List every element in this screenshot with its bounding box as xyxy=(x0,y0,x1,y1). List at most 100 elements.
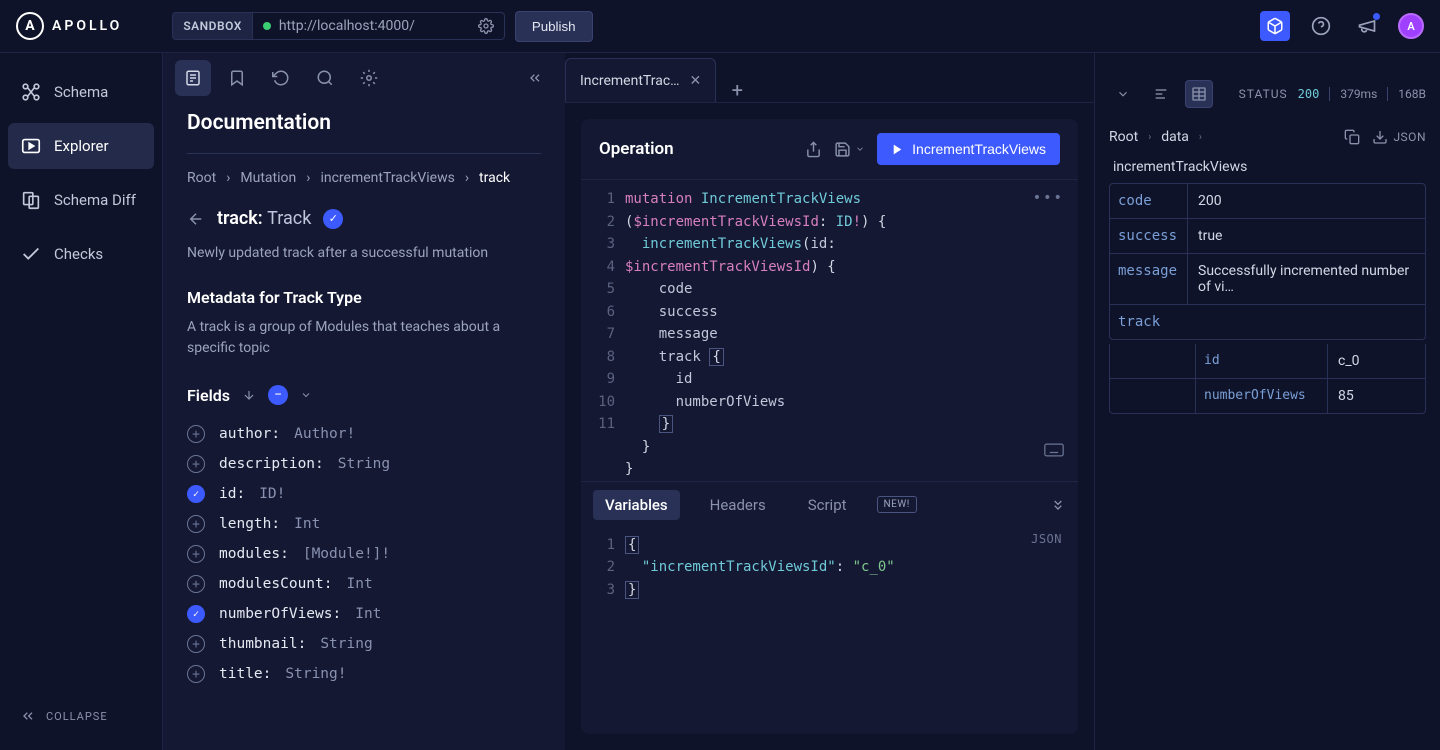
resp-crumb[interactable]: Root xyxy=(1109,129,1138,145)
field-add-icon[interactable]: + xyxy=(187,515,205,533)
field-type[interactable]: String! xyxy=(285,666,346,682)
logo: A APOLLO xyxy=(16,12,122,40)
fields-label: Fields xyxy=(187,386,230,405)
top-bar: A APOLLO SANDBOX http://localhost:4000/ … xyxy=(0,0,1440,53)
bookmark-icon[interactable] xyxy=(219,60,255,96)
collapse-docs-icon[interactable] xyxy=(517,60,553,96)
tab-variables[interactable]: Variables xyxy=(593,490,680,520)
notification-dot xyxy=(1373,13,1380,20)
editor-tab[interactable]: IncrementTrac… ✕ xyxy=(565,58,716,102)
response-panel: STATUS 200 379ms 168B Root › data › JSON… xyxy=(1095,53,1440,750)
field-name[interactable]: numberOfViews: xyxy=(219,606,341,622)
response-root-field: incrementTrackViews xyxy=(1095,155,1440,179)
gear-icon[interactable] xyxy=(478,18,494,34)
checks-icon xyxy=(20,243,42,265)
sidebar-item-explorer[interactable]: Explorer xyxy=(8,123,154,169)
settings-icon[interactable] xyxy=(351,60,387,96)
sidebar-item-diff[interactable]: Schema Diff xyxy=(8,177,154,223)
field-row: + thumbnail: String xyxy=(187,629,541,659)
field-checked-icon[interactable]: ✓ xyxy=(187,485,205,503)
avatar[interactable]: A xyxy=(1398,13,1424,39)
field-type[interactable]: String xyxy=(320,636,372,652)
line-gutter: 123 xyxy=(581,534,625,735)
crumb[interactable]: Mutation xyxy=(240,170,296,186)
chevron-down-icon[interactable] xyxy=(300,389,312,401)
field-type[interactable]: Author! xyxy=(294,426,355,442)
chevron-down-icon[interactable] xyxy=(1109,80,1137,108)
response-status: STATUS 200 379ms 168B xyxy=(1239,87,1426,101)
field-add-icon[interactable]: + xyxy=(187,455,205,473)
code-editor[interactable]: 1234567891011 mutation IncrementTrackVie… xyxy=(581,180,1078,481)
field-add-icon[interactable]: + xyxy=(187,425,205,443)
new-badge: NEW! xyxy=(877,496,917,513)
download-icon[interactable]: JSON xyxy=(1372,129,1426,145)
collapse-panel-icon[interactable] xyxy=(1050,497,1066,513)
sidebar-item-checks[interactable]: Checks xyxy=(8,231,154,277)
crumb[interactable]: Root xyxy=(187,170,216,186)
sandbox-icon[interactable] xyxy=(1260,11,1290,41)
format-icon[interactable] xyxy=(1147,80,1175,108)
help-icon[interactable] xyxy=(1306,11,1336,41)
field-type[interactable]: ID! xyxy=(259,486,285,502)
topbar-right: A xyxy=(1260,11,1424,41)
remove-all-icon[interactable]: − xyxy=(268,385,288,405)
megaphone-icon[interactable] xyxy=(1352,11,1382,41)
crumb[interactable]: incrementTrackViews xyxy=(320,170,454,186)
arrow-down-icon[interactable] xyxy=(242,388,256,402)
field-name[interactable]: id: xyxy=(219,486,245,502)
field-name[interactable]: modules: xyxy=(219,546,289,562)
crumb-current: track xyxy=(479,170,510,186)
url-bar[interactable]: http://localhost:4000/ xyxy=(253,12,505,40)
field-name[interactable]: length: xyxy=(219,516,280,532)
field-type[interactable]: [Module!]! xyxy=(303,546,390,562)
sidebar-item-schema[interactable]: Schema xyxy=(8,69,154,115)
add-tab-button[interactable]: + xyxy=(716,78,758,102)
field-type[interactable]: String xyxy=(338,456,390,472)
field-type[interactable]: Int xyxy=(294,516,320,532)
run-operation-button[interactable]: IncrementTrackViews xyxy=(877,133,1060,165)
field-add-icon[interactable]: + xyxy=(187,665,205,683)
check-badge[interactable]: ✓ xyxy=(323,209,343,229)
copy-icon[interactable] xyxy=(1344,129,1360,145)
field-row: + title: String! xyxy=(187,659,541,689)
table-view-icon[interactable] xyxy=(1185,80,1213,108)
sidebar-label: Schema xyxy=(54,83,108,101)
field-row: + modules: [Module!]! xyxy=(187,539,541,569)
field-name[interactable]: author: xyxy=(219,426,280,442)
fields-heading: Fields − xyxy=(187,385,541,405)
diff-icon xyxy=(20,189,42,211)
field-name[interactable]: title: xyxy=(219,666,271,682)
field-name[interactable]: description: xyxy=(219,456,324,472)
tab-script[interactable]: Script xyxy=(796,490,859,520)
field-name[interactable]: thumbnail: xyxy=(219,636,306,652)
field-row: + modulesCount: Int xyxy=(187,569,541,599)
search-icon[interactable] xyxy=(307,60,343,96)
share-icon[interactable] xyxy=(805,141,822,158)
history-icon[interactable] xyxy=(263,60,299,96)
field-add-icon[interactable]: + xyxy=(187,575,205,593)
response-row: messageSuccessfully incremented number o… xyxy=(1110,254,1425,305)
more-icon[interactable]: ••• xyxy=(1033,190,1064,206)
resp-crumb[interactable]: data xyxy=(1161,129,1189,145)
docs-toolbar xyxy=(163,53,565,103)
field-row: + description: String xyxy=(187,449,541,479)
field-add-icon[interactable]: + xyxy=(187,635,205,653)
docs-icon[interactable] xyxy=(175,60,211,96)
collapse-sidebar-button[interactable]: COLLAPSE xyxy=(8,698,154,734)
response-subrow: idc_0 xyxy=(1110,344,1425,379)
save-icon[interactable] xyxy=(834,141,865,158)
publish-button[interactable]: Publish xyxy=(515,11,593,42)
close-tab-icon[interactable]: ✕ xyxy=(690,73,702,89)
variables-editor[interactable]: 123 { "incrementTrackViewsId": "c_0" } J… xyxy=(581,528,1078,735)
back-arrow-icon[interactable] xyxy=(187,210,205,228)
field-name[interactable]: modulesCount: xyxy=(219,576,333,592)
response-row-track[interactable]: track xyxy=(1110,305,1425,339)
field-type[interactable]: Int xyxy=(347,576,373,592)
tab-headers[interactable]: Headers xyxy=(698,490,778,520)
field-type[interactable]: Int xyxy=(355,606,381,622)
sidebar-label: Explorer xyxy=(54,137,109,155)
field-add-icon[interactable]: + xyxy=(187,545,205,563)
metadata-heading: Metadata for Track Type xyxy=(187,288,541,307)
field-checked-icon[interactable]: ✓ xyxy=(187,605,205,623)
keyboard-icon[interactable] xyxy=(1044,443,1064,457)
